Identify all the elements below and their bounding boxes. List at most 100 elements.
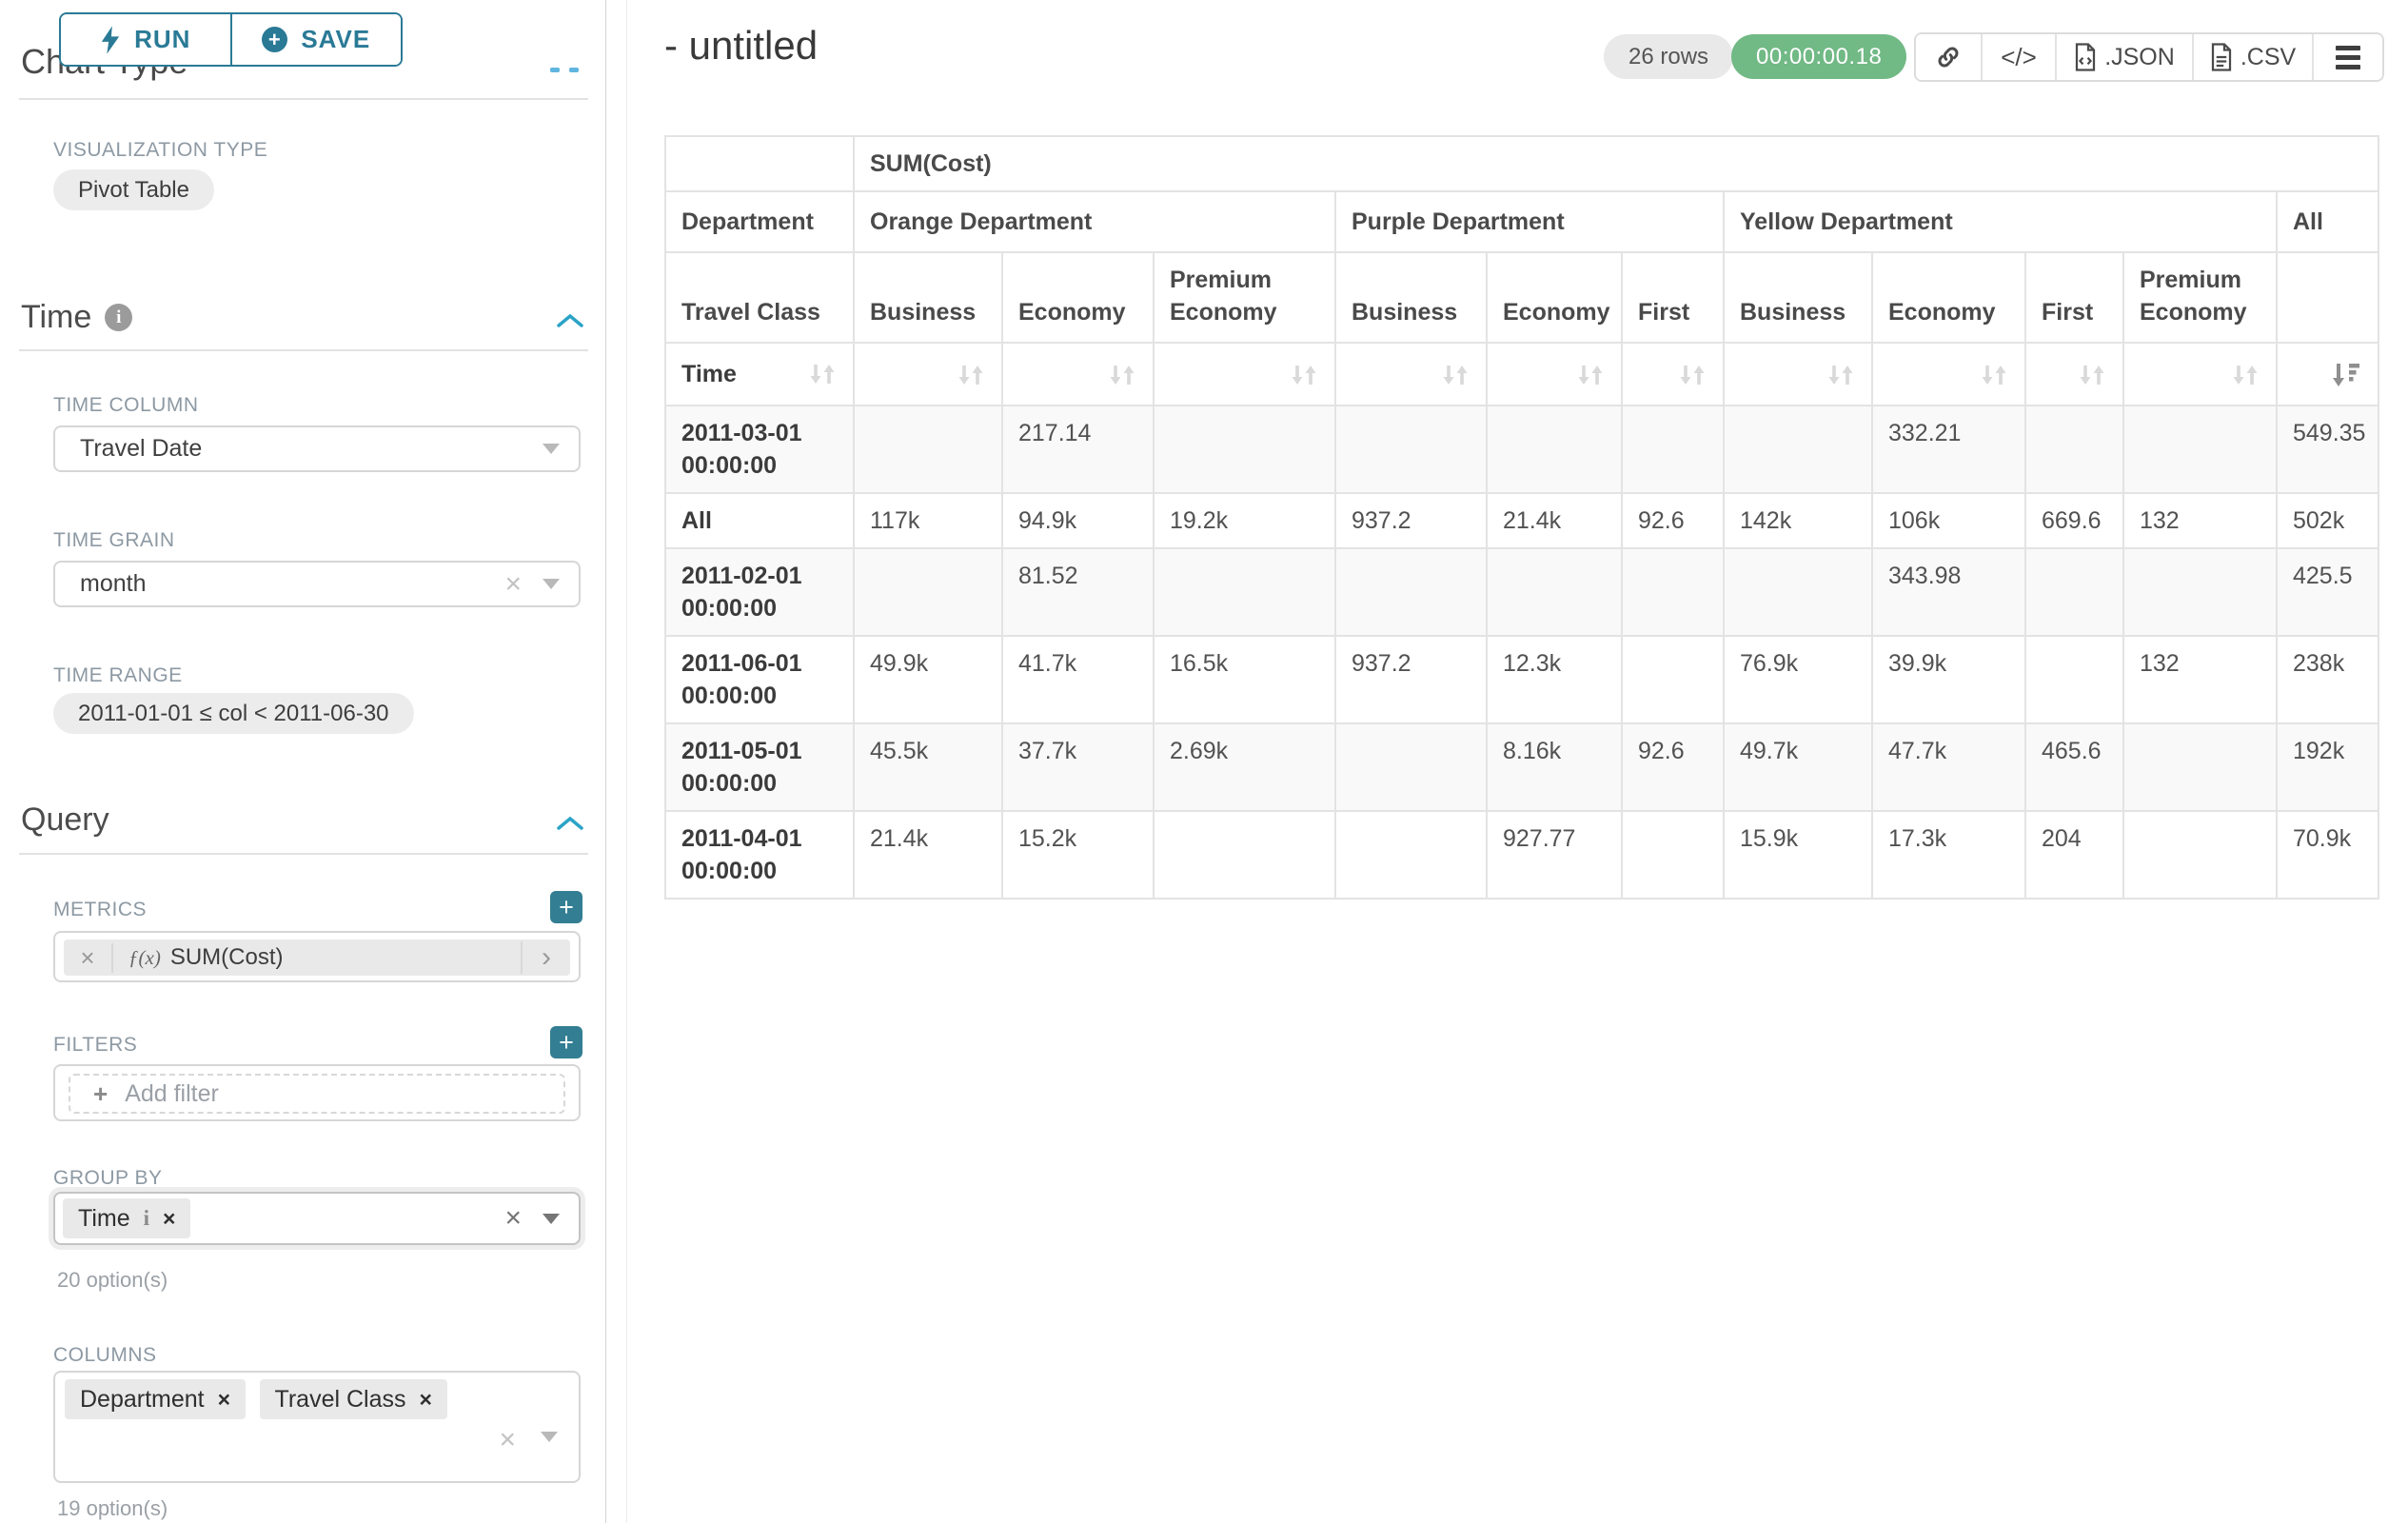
travel-class-header: Economy <box>1872 252 2025 343</box>
department-row-label: Department <box>665 191 854 252</box>
clear-icon[interactable]: × <box>504 1204 522 1233</box>
viz-type-pill[interactable]: Pivot Table <box>53 169 214 210</box>
data-cell <box>1724 548 1872 636</box>
data-cell: 70.9k <box>2277 811 2378 899</box>
add-filter-plus-button[interactable]: + <box>550 1026 582 1058</box>
sort-icon[interactable] <box>956 361 986 387</box>
remove-tag-icon[interactable]: × <box>163 1206 175 1232</box>
chevron-right-icon[interactable]: › <box>521 941 570 974</box>
sort-header-active[interactable] <box>2277 343 2378 405</box>
divider <box>19 853 588 855</box>
sort-icon[interactable] <box>1289 361 1319 387</box>
clipped-icon <box>569 68 579 72</box>
filters-box: + Add filter <box>53 1064 581 1121</box>
data-cell: 49.9k <box>854 636 1002 723</box>
data-cell <box>1154 811 1335 899</box>
data-cell: 21.4k <box>1487 493 1622 548</box>
travel-class-header: Premium Economy <box>2123 252 2277 343</box>
run-button[interactable]: RUN <box>61 14 232 65</box>
sort-icon[interactable] <box>1979 361 2009 387</box>
add-filter-button[interactable]: + Add filter <box>69 1074 565 1114</box>
hamburger-icon <box>2336 46 2360 69</box>
plus-icon: + <box>93 1079 108 1109</box>
pivot-table: SUM(Cost)DepartmentOrange DepartmentPurp… <box>664 135 2379 900</box>
time-column-select[interactable]: Travel Date <box>53 425 581 472</box>
data-cell: 106k <box>1872 493 2025 548</box>
embed-code-button[interactable]: </> <box>1983 34 2057 80</box>
export-json-button[interactable]: .JSON <box>2057 34 2194 80</box>
group-by-select[interactable]: Time i × × <box>53 1192 581 1245</box>
metrics-box: × ƒ(x) SUM(Cost) › <box>53 931 581 982</box>
clear-icon[interactable]: × <box>499 1426 516 1454</box>
chevron-up-icon[interactable] <box>556 312 584 334</box>
data-cell <box>2123 811 2277 899</box>
data-cell: 16.5k <box>1154 636 1335 723</box>
sort-icon[interactable] <box>807 359 838 389</box>
sort-icon[interactable] <box>1826 361 1856 387</box>
info-icon: i <box>105 304 132 331</box>
row-header: 2011-06-01 00:00:00 <box>665 636 854 723</box>
data-cell <box>1622 548 1724 636</box>
sort-descending-icon[interactable] <box>2330 361 2362 387</box>
travel-class-header: Economy <box>1002 252 1154 343</box>
corner-cell <box>665 136 854 191</box>
sort-header[interactable] <box>2123 343 2277 405</box>
travel-class-header: Premium Economy <box>1154 252 1335 343</box>
data-cell <box>2123 723 2277 811</box>
chart-title[interactable]: - untitled <box>664 23 818 69</box>
time-sort-header[interactable]: Time <box>665 343 854 405</box>
sort-header[interactable] <box>1002 343 1154 405</box>
sort-header[interactable] <box>1154 343 1335 405</box>
sort-header[interactable] <box>1487 343 1622 405</box>
time-column-label: TIME COLUMN <box>53 394 199 417</box>
sort-header[interactable] <box>1335 343 1487 405</box>
sort-icon[interactable] <box>1107 361 1137 387</box>
clear-icon[interactable]: × <box>504 570 522 599</box>
data-cell: 15.9k <box>1724 811 1872 899</box>
data-cell: 76.9k <box>1724 636 1872 723</box>
time-section-heading: Time i <box>21 299 132 336</box>
copy-link-button[interactable] <box>1916 34 1983 80</box>
sort-icon[interactable] <box>1677 361 1707 387</box>
data-cell <box>2123 405 2277 493</box>
sort-icon[interactable] <box>1575 361 1606 387</box>
sort-header[interactable] <box>854 343 1002 405</box>
remove-tag-icon[interactable]: × <box>420 1387 432 1413</box>
metrics-label: METRICS <box>53 899 147 921</box>
sort-icon[interactable] <box>2077 361 2107 387</box>
export-csv-button[interactable]: .CSV <box>2194 34 2314 80</box>
save-button[interactable]: + SAVE <box>232 14 402 65</box>
sort-header[interactable] <box>2025 343 2123 405</box>
sort-icon[interactable] <box>1440 361 1470 387</box>
sort-icon[interactable] <box>2230 361 2260 387</box>
remove-metric-icon[interactable]: × <box>64 943 113 973</box>
time-range-pill[interactable]: 2011-01-01 ≤ col < 2011-06-30 <box>53 693 414 734</box>
columns-options-count: 19 option(s) <box>57 1496 168 1521</box>
chevron-up-icon[interactable] <box>556 815 584 837</box>
menu-button[interactable] <box>2314 34 2382 80</box>
run-save-button-group: RUN + SAVE <box>59 12 403 67</box>
function-icon: ƒ(x) <box>128 946 161 970</box>
data-cell <box>2025 405 2123 493</box>
data-cell: 15.2k <box>1002 811 1154 899</box>
data-cell: 343.98 <box>1872 548 2025 636</box>
chevron-down-icon <box>541 1432 558 1442</box>
table-row: 2011-06-01 00:00:0049.9k41.7k16.5k937.21… <box>665 636 2378 723</box>
metric-pill[interactable]: × ƒ(x) SUM(Cost) › <box>64 940 570 976</box>
data-cell: 502k <box>2277 493 2378 548</box>
export-toolbar: </> .JSON .CSV <box>1914 32 2384 82</box>
columns-select[interactable]: Department × Travel Class × × <box>53 1371 581 1483</box>
sort-header[interactable] <box>1622 343 1724 405</box>
data-cell: 238k <box>2277 636 2378 723</box>
table-row: All117k94.9k19.2k937.221.4k92.6142k106k6… <box>665 493 2378 548</box>
sort-header[interactable] <box>1724 343 1872 405</box>
link-icon <box>1934 43 1963 71</box>
lightning-icon <box>100 26 121 54</box>
remove-tag-icon[interactable]: × <box>218 1387 230 1413</box>
time-grain-select[interactable]: month × <box>53 561 581 607</box>
table-row: 2011-02-01 00:00:0081.52343.98425.5 <box>665 548 2378 636</box>
add-metric-button[interactable]: + <box>550 891 582 923</box>
department-group-header: Yellow Department <box>1724 191 2277 252</box>
sort-header[interactable] <box>1872 343 2025 405</box>
data-cell: 49.7k <box>1724 723 1872 811</box>
